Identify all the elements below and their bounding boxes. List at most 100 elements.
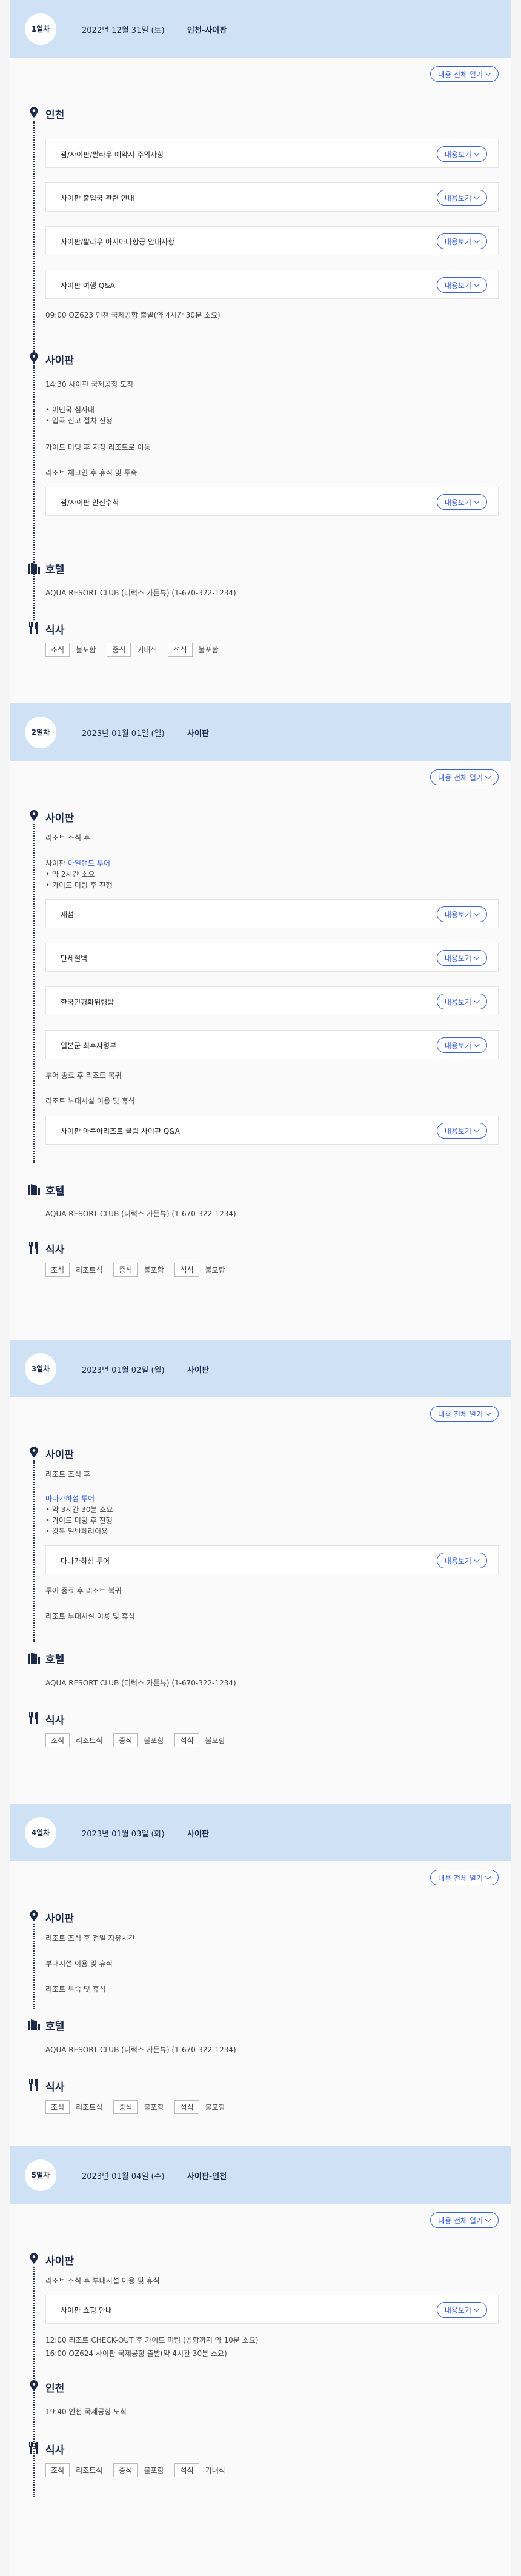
hotel-name: AQUA RESORT CLUB (디럭스 가든뷰) (1-670-322-12… — [45, 589, 236, 597]
meal-breakfast-tag: 조식 — [45, 643, 70, 657]
schedule-text: 리조트 조식 후 — [45, 834, 90, 842]
tour-link[interactable]: 아일랜드 투어 — [68, 859, 110, 868]
day-date: 2023년 01월 04일 (수) — [82, 2172, 165, 2181]
card-title: 괌/사이판/팔라우 예약시 주의사항 — [61, 150, 164, 159]
meal-heading: 식사 — [45, 2081, 65, 2093]
schedule-text: 리조트 부대시설 이용 및 휴식 — [45, 1097, 135, 1105]
expand-all-label: 내용 전체 열기 — [438, 1410, 483, 1419]
hotel-heading: 호텔 — [45, 2021, 65, 2033]
day-badge: 3일차 — [25, 1353, 56, 1385]
meal-lunch-value: 불포함 — [144, 2103, 164, 2112]
view-more-button[interactable]: 내용보기 — [436, 994, 487, 1009]
timeline-line — [33, 1924, 35, 2009]
view-more-button[interactable]: 내용보기 — [436, 950, 487, 966]
view-more-button[interactable]: 내용보기 — [436, 190, 487, 206]
day-badge: 4일차 — [25, 1817, 56, 1848]
tour-link[interactable]: 마나가하섬 투어 — [45, 1493, 95, 1504]
city-saipan: 사이판 — [45, 2255, 74, 2267]
chevron-down-icon — [473, 280, 480, 287]
expand-all-button[interactable]: 내용 전체 열기 — [430, 769, 499, 785]
map-pin-icon — [30, 107, 38, 118]
view-more-label: 내용보기 — [444, 237, 471, 246]
day-date: 2022년 12월 31일 (토) — [82, 26, 165, 35]
view-more-label: 내용보기 — [444, 150, 471, 159]
view-more-button[interactable]: 내용보기 — [436, 1123, 487, 1139]
fork-knife-icon — [29, 2442, 38, 2454]
chevron-down-icon — [473, 909, 480, 916]
schedule-text: 리조트 조식 후 — [45, 1470, 90, 1479]
meal-heading: 식사 — [45, 2444, 65, 2457]
tour-title: 사이판 아일랜드 투어 — [45, 858, 110, 869]
chevron-down-icon — [473, 149, 480, 156]
day-date: 2023년 01월 03일 (화) — [82, 1830, 165, 1839]
day-5: 5일차 2023년 01월 04일 (수) 사이판-인천 내용 전체 열기 사이… — [10, 2146, 511, 2576]
day-1: 1일차 2022년 12월 31일 (토) 인천-사이판 내용 전체 열기 인천… — [10, 0, 511, 718]
day-route: 사이판 — [187, 1830, 209, 1839]
schedule-text: • 약 2시간 소요 — [45, 870, 95, 878]
view-more-label: 내용보기 — [444, 954, 471, 963]
view-more-button[interactable]: 내용보기 — [436, 233, 487, 249]
info-card: 사이판 출입국 관련 안내 내용보기 — [45, 182, 499, 212]
view-more-button[interactable]: 내용보기 — [436, 2302, 487, 2318]
expand-all-label: 내용 전체 열기 — [438, 1873, 483, 1882]
meal-lunch-value: 불포함 — [144, 1736, 164, 1745]
schedule-text: 부대시설 이용 및 휴식 — [45, 1959, 113, 1968]
schedule-text: 리조트 투숙 및 휴식 — [45, 1985, 106, 1993]
tour-prefix: 사이판 — [45, 859, 68, 868]
expand-all-label: 내용 전체 열기 — [438, 70, 483, 79]
schedule-text: 12:00 리조트 CHECK-OUT 후 가이드 미팅 (공항까지 약 10분… — [45, 2336, 259, 2344]
schedule-text: 리조트 조식 후 전일 자유시간 — [45, 1934, 135, 1942]
chevron-down-icon — [485, 2215, 491, 2222]
schedule-text: • 가이드 미팅 후 진행 — [45, 1516, 113, 1525]
schedule-text: 투어 종료 후 리조트 복귀 — [45, 1587, 122, 1595]
hotel-heading: 호텔 — [45, 1185, 65, 1197]
meal-dinner-value: 기내식 — [205, 2466, 225, 2475]
view-more-label: 내용보기 — [444, 281, 471, 290]
chevron-down-icon — [473, 953, 480, 960]
card-title: 사이판 쇼핑 안내 — [61, 2306, 112, 2315]
fork-knife-icon — [29, 622, 38, 634]
day-route: 사이판-인천 — [187, 2172, 227, 2181]
view-more-label: 내용보기 — [444, 193, 471, 202]
meal-lunch-tag: 중식 — [113, 1263, 138, 1277]
expand-all-button[interactable]: 내용 전체 열기 — [430, 1406, 499, 1422]
meal-row: 조식 리조트식 중식 불포함 석식 불포함 — [45, 1733, 225, 1747]
map-pin-icon — [30, 2380, 38, 2391]
card-title: 사이판 출입국 관련 안내 — [61, 194, 134, 202]
hotel-name: AQUA RESORT CLUB (디럭스 가든뷰) (1-670-322-12… — [45, 1679, 236, 1687]
meal-lunch-value: 불포함 — [144, 2466, 164, 2475]
expand-all-button[interactable]: 내용 전체 열기 — [430, 66, 499, 82]
chevron-down-icon — [473, 997, 480, 1003]
view-more-button[interactable]: 내용보기 — [436, 906, 487, 922]
schedule-text: • 왕복 일반페리이용 — [45, 1527, 108, 1536]
hotel-heading: 호텔 — [45, 564, 65, 576]
meal-dinner-tag: 석식 — [168, 643, 193, 657]
fork-knife-icon — [29, 1712, 38, 1724]
meal-lunch-tag: 중식 — [113, 2100, 138, 2114]
day-date: 2023년 01월 02일 (월) — [82, 1366, 165, 1375]
meal-row: 조식 불포함 중식 기내식 석식 불포함 — [45, 643, 219, 657]
schedule-text: 리조트 조식 후 부대시설 이용 및 휴식 — [45, 2277, 160, 2285]
meal-breakfast-value: 리조트식 — [76, 2103, 103, 2112]
city-saipan: 사이판 — [45, 812, 74, 825]
schedule-text: 리조트 부대시설 이용 및 휴식 — [45, 1612, 135, 1621]
day-header: 1일차 2022년 12월 31일 (토) 인천-사이판 — [10, 0, 511, 58]
expand-all-button[interactable]: 내용 전체 열기 — [430, 1870, 499, 1885]
chevron-down-icon — [473, 497, 480, 504]
card-title: 사이판 여행 Q&A — [61, 281, 115, 290]
day-route: 인천-사이판 — [187, 26, 227, 35]
view-more-button[interactable]: 내용보기 — [436, 494, 487, 510]
chevron-down-icon — [473, 1126, 480, 1132]
fork-knife-icon — [29, 1242, 38, 1254]
view-more-button[interactable]: 내용보기 — [436, 146, 487, 162]
chevron-down-icon — [473, 193, 480, 199]
schedule-text: 09:00 OZ623 인천 국제공항 출발(약 4시간 30분 소요) — [45, 311, 221, 319]
card-title: 사이판/팔라우 아시아나항공 안내사항 — [61, 238, 175, 246]
expand-all-button[interactable]: 내용 전체 열기 — [430, 2212, 499, 2228]
view-more-label: 내용보기 — [444, 1041, 471, 1050]
view-more-button[interactable]: 내용보기 — [436, 1037, 487, 1053]
meal-lunch-value: 기내식 — [137, 646, 158, 654]
chevron-down-icon — [485, 1409, 491, 1416]
view-more-button[interactable]: 내용보기 — [436, 1553, 487, 1568]
view-more-button[interactable]: 내용보기 — [436, 277, 487, 293]
